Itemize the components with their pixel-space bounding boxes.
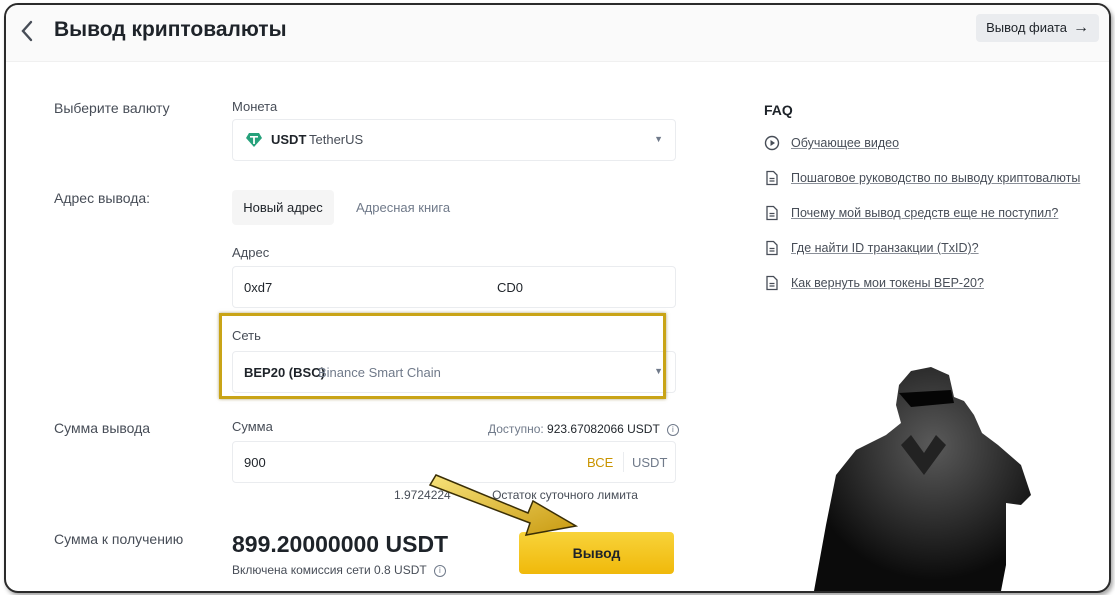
arrow-right-icon: → <box>1073 19 1089 36</box>
withdraw-amount-label: Сумма вывода <box>54 420 151 436</box>
amount-field-label: Сумма <box>232 419 273 434</box>
select-currency-label: Выберите валюту <box>54 100 170 116</box>
fiat-withdraw-button[interactable]: Вывод фиата → <box>976 14 1099 42</box>
address-input[interactable]: 0xd7 CD0 <box>232 266 676 308</box>
available-label: Доступно: <box>488 422 544 436</box>
withdraw-window: Вывод криптовалюты Вывод фиата → Выберит… <box>4 3 1111 593</box>
faq-item-guide[interactable]: Пошаговое руководство по выводу криптова… <box>764 168 1080 188</box>
divider <box>623 452 624 472</box>
document-icon <box>766 240 778 256</box>
coin-code: USDT <box>271 132 307 147</box>
available-value: 923.67082066 USDT <box>547 422 660 436</box>
page-title: Вывод криптовалюты <box>54 18 287 41</box>
top-bar: Вывод криптовалюты Вывод фиата → <box>6 5 1109 62</box>
document-icon <box>766 275 778 291</box>
coin-select[interactable]: USDT TetherUS ▼ <box>232 119 676 161</box>
receive-amount-label: Сумма к получению <box>54 531 184 547</box>
faq-item-label: Как вернуть мои токены BEP-20? <box>791 276 984 290</box>
network-fee-text: Включена комиссия сети 0.8 USDT <box>232 563 427 577</box>
caret-down-icon: ▼ <box>654 134 663 144</box>
document-icon <box>766 170 778 186</box>
tether-icon <box>246 133 262 147</box>
amount-input[interactable]: 900 ВСЕ USDT <box>232 441 676 483</box>
max-all-button[interactable]: ВСЕ <box>587 455 613 470</box>
play-circle-icon <box>764 135 780 151</box>
faq-item-label: Где найти ID транзакции (TxID)? <box>791 241 979 255</box>
info-icon[interactable]: i <box>666 423 679 436</box>
pointer-arrow-icon <box>428 474 579 536</box>
daily-limit: 1.9724224 Остаток суточного лимита <box>394 488 638 502</box>
chevron-left-icon[interactable] <box>20 15 44 47</box>
address-value-start: 0xd7 <box>244 280 273 295</box>
daily-limit-value: 1.9724224 <box>394 488 451 502</box>
faq-item-label: Пошаговое руководство по выводу криптова… <box>791 171 1081 185</box>
faq-item-not-received[interactable]: Почему мой вывод средств еще не поступил… <box>764 203 1058 223</box>
amount-value: 900 <box>244 455 266 470</box>
faq-item-txid[interactable]: Где найти ID транзакции (TxID)? <box>764 238 979 258</box>
withdraw-address-label: Адрес вывода: <box>54 190 151 206</box>
address-value-end: CD0 <box>497 280 524 295</box>
info-icon[interactable]: i <box>433 564 446 577</box>
network-highlight-box <box>219 313 666 399</box>
coin-name: TetherUS <box>309 132 364 147</box>
faq-item-video[interactable]: Обучающее видео <box>764 133 899 153</box>
daily-limit-label: Остаток суточного лимита <box>492 488 638 502</box>
address-field-label: Адрес <box>232 245 270 260</box>
amount-unit: USDT <box>632 455 668 470</box>
faq-title: FAQ <box>764 102 793 118</box>
receive-amount-value: 899.20000000 USDT <box>232 531 449 557</box>
coin-field-label: Монета <box>232 99 278 114</box>
faq-item-label: Почему мой вывод средств еще не поступил… <box>791 206 1059 220</box>
document-icon <box>766 205 778 221</box>
faq-item-label: Обучающее видео <box>791 136 900 150</box>
fiat-withdraw-label: Вывод фиата <box>986 20 1067 35</box>
withdraw-button[interactable]: Вывод <box>519 532 674 574</box>
person-silhouette-icon <box>814 367 1031 591</box>
tab-address-book[interactable]: Адресная книга <box>356 190 466 225</box>
available-balance: Доступно: 923.67082066 USDT i <box>488 422 679 436</box>
network-fee-note: Включена комиссия сети 0.8 USDT i <box>232 563 446 577</box>
tab-new-address[interactable]: Новый адрес <box>232 190 334 225</box>
faq-item-bep20[interactable]: Как вернуть мои токены BEP-20? <box>764 273 984 293</box>
